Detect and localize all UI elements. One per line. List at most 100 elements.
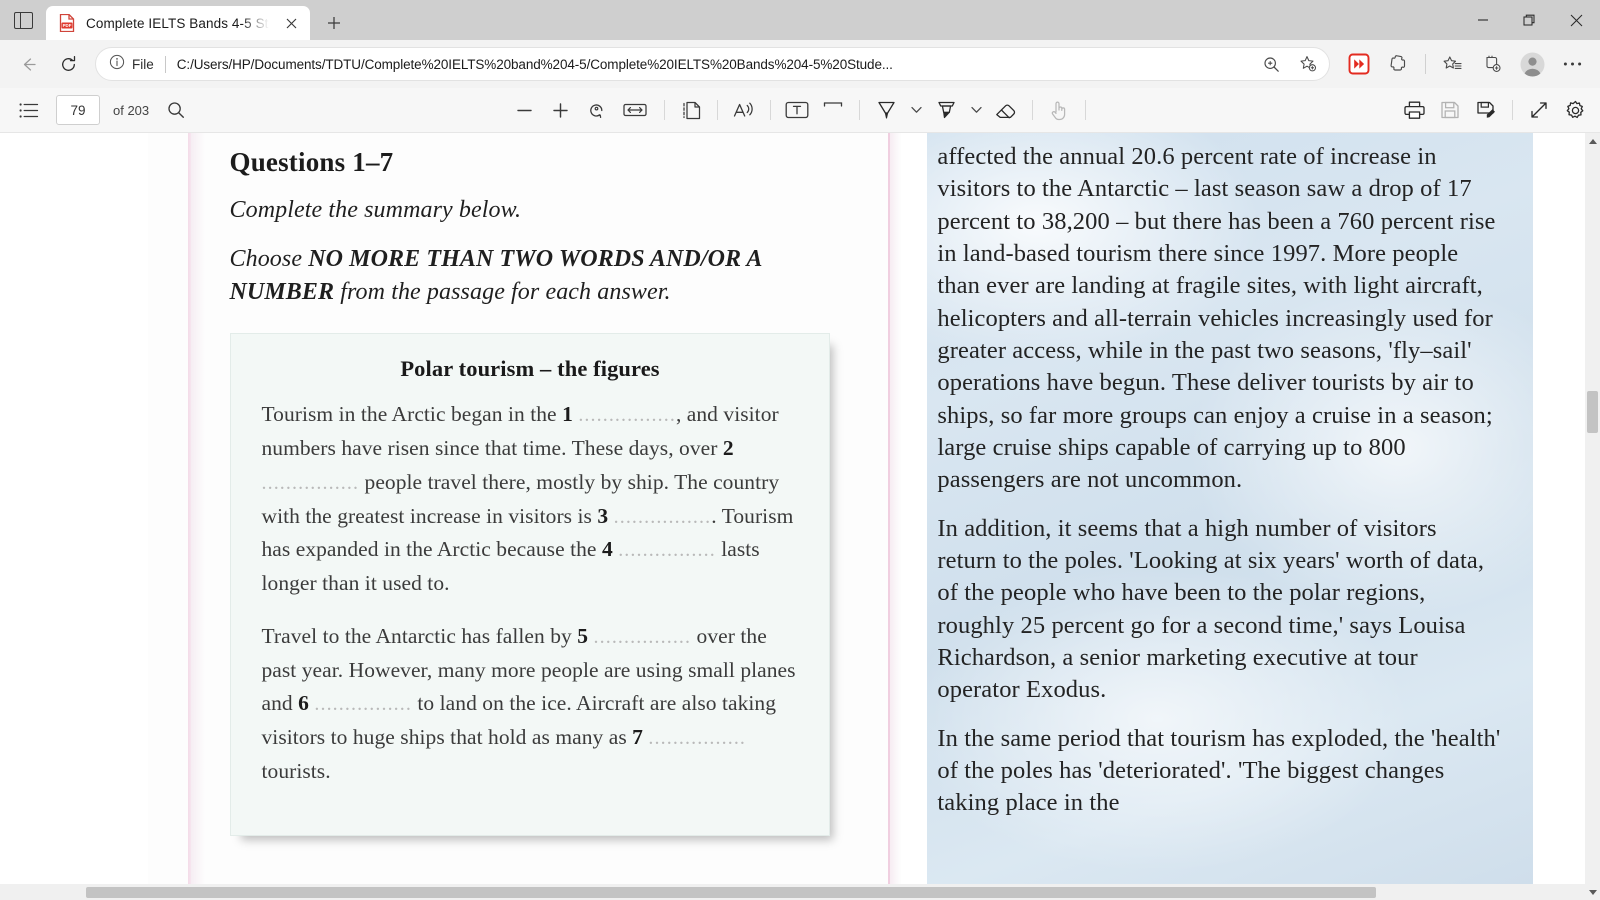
table-of-contents-icon[interactable] bbox=[12, 94, 46, 126]
chevron-down-icon[interactable] bbox=[965, 94, 987, 126]
tab-actions-icon[interactable] bbox=[0, 0, 46, 40]
save-as-icon[interactable] bbox=[1469, 94, 1503, 126]
svg-text:PDF: PDF bbox=[63, 23, 72, 28]
touch-draw-icon[interactable] bbox=[1042, 94, 1076, 126]
close-window-button[interactable] bbox=[1553, 0, 1600, 40]
draw-pen-icon[interactable] bbox=[869, 94, 903, 126]
pdf-viewer[interactable]: Questions 1–7 Complete the summary below… bbox=[0, 133, 1600, 900]
page-total-label: of 203 bbox=[113, 102, 150, 118]
zoom-in-icon[interactable] bbox=[1257, 50, 1286, 79]
text-segment: Tourism in the Arctic began in the bbox=[261, 402, 563, 427]
pdf-toolbar-center-group bbox=[507, 94, 1093, 126]
pdf-page-spread: Questions 1–7 Complete the summary below… bbox=[0, 133, 1585, 884]
pdf-toolbar: 79 of 203 bbox=[0, 88, 1600, 133]
instruction-complete-summary: Complete the summary below. bbox=[229, 197, 522, 223]
question-number-6: 6 bbox=[298, 691, 309, 716]
title-bar: PDF Complete IELTS Bands 4-5 Stude bbox=[0, 0, 1600, 40]
answer-gap-1: ................ bbox=[578, 404, 676, 427]
browser-window: PDF Complete IELTS Bands 4-5 Stude bbox=[0, 0, 1600, 900]
settings-gear-icon[interactable] bbox=[1558, 94, 1592, 126]
vertical-scrollbar[interactable] bbox=[1585, 133, 1600, 900]
instruction-prefix: Choose bbox=[229, 246, 309, 272]
navigation-bar: File C:/Users/HP/Documents/TDTU/Complete… bbox=[0, 40, 1600, 88]
pdf-page-right: affected the annual 20.6 percent rate of… bbox=[927, 133, 1532, 884]
answer-gap-4: ................ bbox=[618, 539, 716, 562]
tab-title: Complete IELTS Bands 4-5 Stude bbox=[86, 15, 269, 31]
omnibox-divider bbox=[164, 55, 166, 73]
summary-paragraph-1: Tourism in the Arctic began in the 1 ...… bbox=[262, 398, 799, 601]
questions-heading: Questions 1–7 bbox=[229, 147, 394, 177]
answer-gap-7: ................ bbox=[648, 727, 747, 749]
answer-gap-3: ................ bbox=[613, 505, 712, 528]
question-number-7: 7 bbox=[632, 725, 643, 749]
horizontal-scrollbar[interactable] bbox=[0, 884, 1585, 900]
body-paragraph: In the same period that tourism has expl… bbox=[937, 724, 1501, 817]
fast-forward-extension-icon[interactable] bbox=[1340, 47, 1378, 81]
new-tab-button[interactable] bbox=[316, 6, 352, 40]
print-icon[interactable] bbox=[1397, 94, 1431, 126]
toolbar-divider bbox=[1425, 54, 1426, 74]
maximize-button[interactable] bbox=[1506, 0, 1553, 40]
page-view-icon[interactable] bbox=[674, 94, 708, 126]
address-bar[interactable]: File C:/Users/HP/Documents/TDTU/Complete… bbox=[95, 47, 1330, 81]
instruction-suffix: from the passage for each answer. bbox=[334, 278, 671, 305]
question-number-5: 5 bbox=[577, 623, 589, 648]
close-tab-icon[interactable] bbox=[278, 10, 304, 36]
puzzle-extension-icon[interactable] bbox=[1380, 47, 1418, 81]
scroll-down-arrow-icon[interactable] bbox=[1585, 884, 1600, 900]
refresh-icon[interactable] bbox=[49, 47, 87, 81]
back-arrow-icon[interactable] bbox=[9, 47, 47, 81]
minimize-button[interactable] bbox=[1459, 0, 1506, 40]
window-controls bbox=[1459, 0, 1600, 40]
toolbar-divider bbox=[1085, 100, 1086, 120]
text-segment: Travel to the Antarctic has fallen by bbox=[261, 623, 578, 648]
profile-avatar-icon[interactable] bbox=[1513, 47, 1551, 81]
zoom-out-icon[interactable] bbox=[507, 94, 541, 126]
toolbar-divider bbox=[859, 100, 860, 120]
summary-paragraph-2: Travel to the Antarctic has fallen by 5 … bbox=[262, 620, 799, 789]
question-number-1: 1 bbox=[562, 402, 573, 427]
fit-to-width-icon[interactable] bbox=[615, 94, 655, 126]
zoom-in-icon[interactable] bbox=[543, 94, 577, 126]
rotate-icon[interactable] bbox=[579, 94, 613, 126]
page-number-input[interactable]: 79 bbox=[56, 95, 100, 125]
answer-gap-5: ................ bbox=[593, 625, 692, 648]
save-icon[interactable] bbox=[1433, 94, 1467, 126]
toolbar-divider bbox=[1032, 100, 1033, 120]
question-number-3: 3 bbox=[597, 503, 609, 528]
summary-box-title: Polar tourism – the figures bbox=[400, 356, 660, 382]
add-favorite-icon[interactable] bbox=[1293, 50, 1322, 79]
fullscreen-icon[interactable] bbox=[1522, 94, 1556, 126]
url-text[interactable]: C:/Users/HP/Documents/TDTU/Complete%20IE… bbox=[177, 57, 1250, 72]
scroll-up-arrow-icon[interactable] bbox=[1585, 133, 1600, 149]
collections-icon[interactable] bbox=[1473, 47, 1511, 81]
pdf-page-left: Questions 1–7 Complete the summary below… bbox=[147, 133, 848, 884]
answer-gap-2: ................ bbox=[261, 471, 360, 494]
more-options-icon[interactable] bbox=[1553, 47, 1591, 81]
toolbar-divider bbox=[1512, 100, 1513, 120]
horizontal-scrollbar-thumb[interactable] bbox=[86, 887, 1376, 898]
chevron-down-icon[interactable] bbox=[905, 94, 927, 126]
toolbar-divider bbox=[664, 100, 665, 120]
vertical-scrollbar-thumb[interactable] bbox=[1587, 391, 1598, 433]
summary-box: Polar tourism – the figures Tourism in t… bbox=[229, 333, 830, 836]
pdf-file-icon: PDF bbox=[59, 13, 77, 33]
browser-tab[interactable]: PDF Complete IELTS Bands 4-5 Stude bbox=[46, 6, 310, 40]
url-scheme-label: File bbox=[132, 56, 154, 72]
toolbar-divider bbox=[770, 100, 771, 120]
pdf-toolbar-right-group bbox=[1397, 94, 1592, 126]
info-circle-icon[interactable] bbox=[109, 54, 125, 75]
question-number-2: 2 bbox=[722, 436, 734, 460]
read-aloud-icon[interactable] bbox=[727, 94, 761, 126]
page-gutter bbox=[847, 133, 902, 884]
eraser-icon[interactable] bbox=[989, 94, 1023, 126]
text-selection-icon[interactable] bbox=[816, 94, 850, 126]
search-icon[interactable] bbox=[159, 94, 193, 126]
pdf-toolbar-left-group: 79 of 203 bbox=[0, 94, 193, 126]
add-text-icon[interactable] bbox=[780, 94, 814, 126]
body-paragraph: In addition, it seems that a high number… bbox=[937, 514, 1485, 704]
highlighter-icon[interactable] bbox=[929, 94, 963, 126]
answer-gap-6: ................ bbox=[314, 693, 412, 716]
favorites-list-icon[interactable] bbox=[1433, 47, 1471, 81]
toolbar-divider bbox=[717, 100, 718, 120]
